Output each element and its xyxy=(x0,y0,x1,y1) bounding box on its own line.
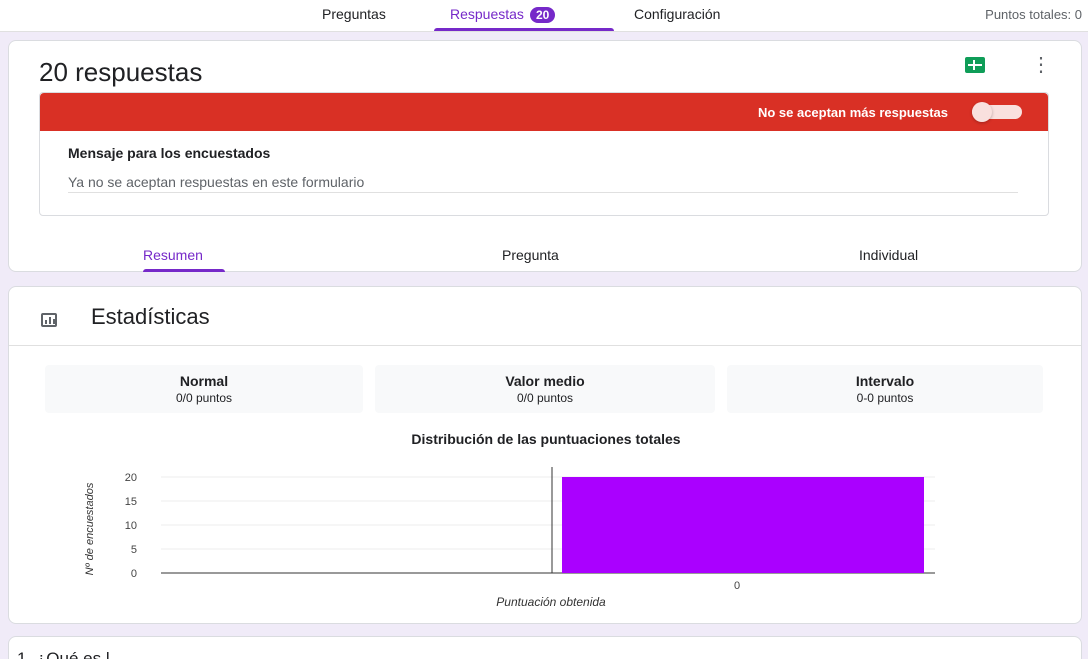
y-tick-label: 10 xyxy=(125,520,137,532)
metric-normal: Normal 0/0 puntos xyxy=(45,365,363,413)
bar-chart-icon xyxy=(41,313,57,327)
tab-respuestas[interactable]: Respuestas 20 xyxy=(450,6,556,23)
question-text: 1. ¿Qué es l… xyxy=(17,649,127,659)
top-navigation: Preguntas Respuestas 20 Configuración Pun… xyxy=(0,0,1088,32)
score-distribution-chart: 0 5 10 15 20 0 Puntuación obtenida Nº de encues… xyxy=(84,467,935,609)
y-axis-label: Nº de encuestados xyxy=(84,482,96,575)
bar xyxy=(562,477,924,573)
view-tab-pregunta[interactable]: Pregunta xyxy=(502,247,559,263)
tab-configuracion[interactable]: Configuración xyxy=(634,6,720,22)
responses-title: 20 respuestas xyxy=(39,57,203,87)
metric-label: Intervalo xyxy=(855,373,915,389)
metric-average: Valor medio 0/0 puntos xyxy=(375,365,715,413)
spreadsheet-icon[interactable] xyxy=(965,57,985,73)
question-card: 1. ¿Qué es l… xyxy=(8,636,1082,659)
metric-range: Intervalo 0-0 puntos xyxy=(727,365,1043,413)
total-points: Puntos totales: 0 xyxy=(985,7,1082,22)
more-options-icon[interactable]: ⋮ xyxy=(1031,53,1051,77)
tab-preguntas[interactable]: Preguntas xyxy=(322,6,386,22)
divider xyxy=(9,345,1081,346)
y-tick-label: 20 xyxy=(125,472,137,484)
view-tab-resumen[interactable]: Resumen xyxy=(143,247,203,263)
active-view-tab-indicator xyxy=(143,269,225,272)
accept-responses-banner: No se aceptan más respuestas xyxy=(40,93,1048,131)
metric-value: 0/0 puntos xyxy=(175,391,233,405)
accept-responses-toggle[interactable] xyxy=(972,102,1022,122)
toggle-knob xyxy=(972,102,992,122)
view-tab-individual[interactable]: Individual xyxy=(859,247,918,263)
accept-responses-panel: No se aceptan más respuestas Mensaje par… xyxy=(39,92,1049,216)
responses-card: 20 respuestas ⋮ No se aceptan más respue… xyxy=(8,40,1082,272)
y-tick-label: 15 xyxy=(125,496,137,508)
x-tick-label: 0 xyxy=(734,580,740,592)
accept-responses-label: No se aceptan más respuestas xyxy=(757,105,948,120)
chart-title: Distribución de las puntuaciones totales xyxy=(411,431,681,447)
respondent-message-input[interactable] xyxy=(68,171,1018,193)
metric-label: Normal xyxy=(179,373,229,389)
statistics-title: Estadísticas xyxy=(91,304,210,329)
metric-value: 0-0 puntos xyxy=(856,391,914,405)
active-tab-indicator xyxy=(434,28,614,31)
statistics-card: Estadísticas Normal 0/0 puntos Valor med… xyxy=(8,286,1082,624)
y-tick-label: 0 xyxy=(131,568,137,580)
metric-value: 0/0 puntos xyxy=(516,391,574,405)
x-axis-label: Puntuación obtenida xyxy=(496,595,606,609)
respondent-message-label: Mensaje para los encuestados xyxy=(68,145,271,161)
response-count-badge: 20 xyxy=(529,7,556,23)
tab-respuestas-label: Respuestas xyxy=(450,6,524,22)
metric-label: Valor medio xyxy=(505,373,585,389)
y-tick-label: 5 xyxy=(131,544,137,556)
